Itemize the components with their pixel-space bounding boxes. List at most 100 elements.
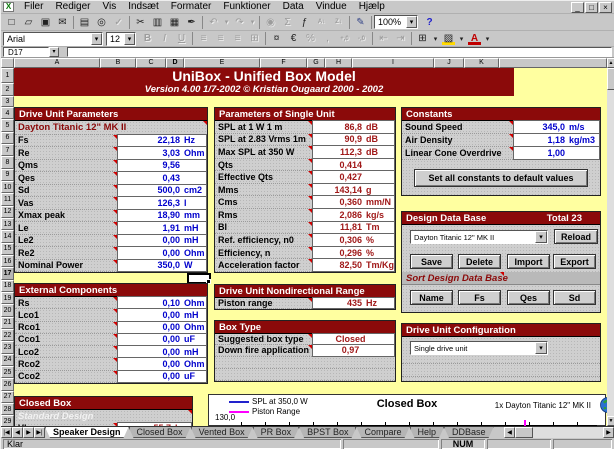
menu-item[interactable]: Data <box>277 1 310 12</box>
driver-name-cell[interactable]: Dayton Titanic 12" MK II <box>15 121 207 135</box>
increase-indent-icon[interactable]: ⇥ <box>392 31 409 46</box>
row-label[interactable]: Piston range <box>215 298 312 309</box>
sheet-tab[interactable]: Vented Box <box>191 427 253 438</box>
row-header[interactable]: 9 <box>1 169 14 181</box>
sort-qes-button[interactable]: Qes <box>507 290 550 305</box>
vertical-scroll-thumb[interactable] <box>607 68 614 90</box>
align-right-icon[interactable]: ≡ <box>229 31 246 46</box>
row-header[interactable]: 15 <box>1 243 14 255</box>
row-value[interactable]: 0,00Ohm <box>117 246 207 260</box>
row-label[interactable]: Vas <box>15 197 117 210</box>
row-label[interactable]: Bl <box>215 222 312 235</box>
row-label[interactable]: Air Density <box>402 134 513 147</box>
column-header[interactable]: G <box>307 58 325 68</box>
row-value[interactable]: 0,427 <box>312 170 395 184</box>
align-center-icon[interactable]: ≡ <box>212 31 229 46</box>
row-value[interactable]: 1,91mH <box>117 221 207 235</box>
row-header[interactable]: 28 <box>1 403 14 415</box>
row-label[interactable]: Effective Qts <box>215 171 312 184</box>
row-value[interactable]: 0,414 <box>312 158 395 172</box>
row-value[interactable]: 0,43 <box>117 171 207 185</box>
euro-icon[interactable]: € <box>285 31 302 46</box>
scroll-up-icon[interactable]: ▲ <box>607 58 614 68</box>
row-header[interactable]: 13 <box>1 218 14 230</box>
open-icon[interactable]: ▱ <box>20 15 37 30</box>
row-header[interactable]: 8 <box>1 156 14 168</box>
import-button[interactable]: Import <box>507 254 550 269</box>
font-size-dropdown-icon[interactable]: ▾ <box>124 33 135 45</box>
menu-item[interactable]: Rediger <box>49 1 96 12</box>
set-constants-default-button[interactable]: Set all constants to default values <box>414 169 588 187</box>
scroll-left-icon[interactable]: ◀ <box>504 427 515 438</box>
menu-item[interactable]: Hjælp <box>353 1 391 12</box>
row-value[interactable]: 0,360mm/N <box>312 195 395 209</box>
underline-icon[interactable]: U <box>173 31 190 46</box>
cut-icon[interactable]: ✂ <box>132 15 149 30</box>
sort-name-button[interactable]: Name <box>410 290 453 305</box>
font-color-dropdown-icon[interactable]: ▾ <box>483 31 492 46</box>
response-chart[interactable]: SPL at 350,0 W Piston Range Closed Box 1… <box>208 394 606 426</box>
row-header[interactable]: 14 <box>1 230 14 242</box>
column-header[interactable] <box>499 58 607 68</box>
row-header[interactable]: 18 <box>1 280 14 292</box>
row-value[interactable]: 82,50Tm/Kg <box>312 258 395 272</box>
dropdown-arrow-icon[interactable]: ▾ <box>535 231 547 243</box>
row-value[interactable]: 0,00uF <box>117 370 207 383</box>
email-icon[interactable]: ✉ <box>54 15 71 30</box>
hyperlink-icon[interactable]: ◉ <box>262 15 279 30</box>
row-header[interactable]: 27 <box>1 391 14 403</box>
row-label[interactable]: Down fire application <box>215 345 312 356</box>
fill-dropdown-icon[interactable]: ▾ <box>457 31 466 46</box>
save-icon[interactable]: ▣ <box>37 15 54 30</box>
row-header[interactable]: 7 <box>1 144 14 156</box>
row-header[interactable]: 12 <box>1 206 14 218</box>
percent-style-icon[interactable]: % <box>302 31 319 46</box>
row-value[interactable]: 0,10Ohm <box>117 296 207 309</box>
row-header[interactable]: 22 <box>1 329 14 341</box>
row-label[interactable]: Lco1 <box>15 309 117 321</box>
print-preview-icon[interactable]: ◎ <box>93 15 110 30</box>
name-box-dropdown-icon[interactable]: ▾ <box>49 47 59 57</box>
help-icon[interactable]: ? <box>421 15 438 30</box>
scroll-right-icon[interactable]: ▶ <box>603 427 614 438</box>
borders-dropdown-icon[interactable]: ▾ <box>431 31 440 46</box>
export-button[interactable]: Export <box>553 254 596 269</box>
row-label[interactable]: Mms <box>215 184 312 197</box>
paste-function-icon[interactable]: ƒ <box>296 15 313 30</box>
menu-item[interactable]: Funktioner <box>217 1 276 12</box>
paste-icon[interactable]: ▦ <box>166 15 183 30</box>
row-value[interactable]: 500,0cm2 <box>117 184 207 198</box>
redo-dropdown-icon[interactable]: ▾ <box>248 15 257 30</box>
increase-decimal-icon[interactable]: +,0 <box>336 31 353 46</box>
cell-area[interactable]: UniBox - Unified Box Model Version 4.00 … <box>14 68 607 426</box>
row-header[interactable]: 24 <box>1 354 14 366</box>
name-box[interactable]: D17 <box>3 47 49 57</box>
row-header[interactable]: 19 <box>1 292 14 304</box>
row-header[interactable]: 3 <box>1 96 14 107</box>
row-header[interactable]: 26 <box>1 378 14 390</box>
sheet-tab[interactable]: Compare <box>356 427 409 438</box>
autosum-icon[interactable]: Σ <box>279 15 296 30</box>
column-header[interactable]: F <box>260 58 307 68</box>
drawing-icon[interactable]: ✎ <box>352 15 369 30</box>
row-label[interactable]: Cms <box>215 196 312 209</box>
row-label[interactable]: Max SPL at 350 W <box>215 146 312 159</box>
vertical-scrollbar[interactable]: ▲ ▼ <box>607 58 614 426</box>
row-value[interactable]: 1,00 <box>513 146 600 160</box>
horizontal-scrollbar[interactable]: ◀ ▶ <box>504 427 614 438</box>
print-icon[interactable]: ▤ <box>76 15 93 30</box>
row-label[interactable]: Rco1 <box>15 322 117 334</box>
new-icon[interactable]: □ <box>3 15 20 30</box>
column-header[interactable]: H <box>325 58 352 68</box>
first-tab-icon[interactable]: |◀ <box>1 427 12 438</box>
sheet-tab[interactable]: Help <box>410 427 445 438</box>
menu-item[interactable]: Vis <box>96 1 122 12</box>
configuration-dropdown[interactable]: Single drive unit ▾ <box>410 341 548 355</box>
globe-icon[interactable] <box>600 397 607 413</box>
driver-select-dropdown[interactable]: Dayton Titanic 12" MK II ▾ <box>410 230 548 244</box>
sort-descending-icon[interactable]: Z↓ <box>330 15 347 30</box>
sort-sd-button[interactable]: Sd <box>553 290 596 305</box>
menu-item[interactable]: Vindue <box>310 1 353 12</box>
align-left-icon[interactable]: ≡ <box>195 31 212 46</box>
delete-button[interactable]: Delete <box>458 254 501 269</box>
